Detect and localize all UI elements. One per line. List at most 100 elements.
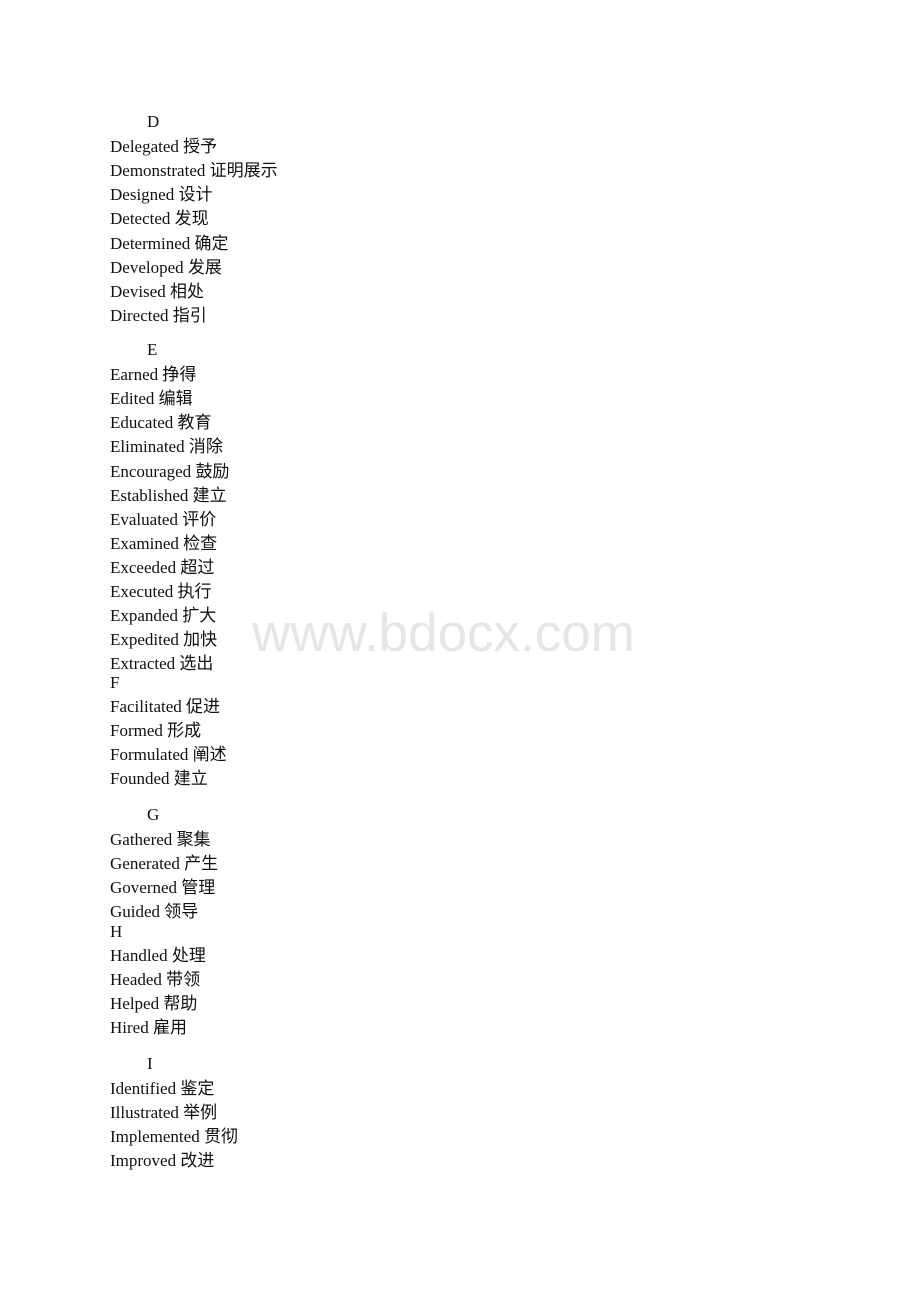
english-word: Detected xyxy=(110,209,171,229)
english-word: Implemented xyxy=(110,1127,200,1147)
english-word: Examined xyxy=(110,533,179,553)
list-item: Eliminated 消除 xyxy=(110,435,223,459)
list-item: Earned 挣得 xyxy=(110,363,196,387)
list-item: Executed 执行 xyxy=(110,580,212,604)
chinese-translation: 扩大 xyxy=(182,606,217,626)
chinese-translation: 发现 xyxy=(174,209,209,229)
list-item: Governed 管理 xyxy=(110,876,215,900)
section-letter-heading: I xyxy=(147,1054,153,1073)
chinese-translation: 确定 xyxy=(194,233,229,253)
english-word: Determined xyxy=(110,233,191,253)
chinese-translation: 贯彻 xyxy=(203,1127,238,1147)
list-item: Headed 带领 xyxy=(110,968,200,992)
chinese-translation: 形成 xyxy=(167,721,202,741)
chinese-translation: 超过 xyxy=(180,557,215,577)
list-item: Devised 相处 xyxy=(110,280,204,304)
list-item: Expanded 扩大 xyxy=(110,604,216,628)
chinese-translation: 鼓励 xyxy=(195,461,230,481)
list-item: Formulated 阐述 xyxy=(110,743,227,767)
english-word: Illustrated xyxy=(110,1103,179,1123)
list-item: Established 建立 xyxy=(110,484,227,508)
list-item: Directed 指引 xyxy=(110,304,207,328)
list-item: Edited 编辑 xyxy=(110,387,193,411)
english-word: Designed xyxy=(110,185,175,205)
list-item: Guided 领导 xyxy=(110,900,198,924)
section-letter-heading: D xyxy=(147,112,160,131)
list-item: Illustrated 举例 xyxy=(110,1101,217,1125)
chinese-translation: 挣得 xyxy=(162,365,197,385)
list-item: Founded 建立 xyxy=(110,767,208,791)
chinese-translation: 处理 xyxy=(171,946,206,966)
list-item: Improved 改进 xyxy=(110,1149,214,1173)
english-word: Helped xyxy=(110,994,160,1014)
list-item: Helped 帮助 xyxy=(110,992,197,1016)
chinese-translation: 相处 xyxy=(169,281,204,301)
chinese-translation: 设计 xyxy=(178,185,213,205)
chinese-translation: 聚集 xyxy=(176,830,211,850)
watermark: www.bdocx.com xyxy=(252,604,635,663)
english-word: Headed xyxy=(110,970,162,990)
list-item: Facilitated 促进 xyxy=(110,695,220,719)
chinese-translation: 消除 xyxy=(188,437,223,457)
list-item: Implemented 贯彻 xyxy=(110,1125,238,1149)
english-word: Improved xyxy=(110,1151,177,1171)
english-word: Handled xyxy=(110,946,168,966)
english-word: Extracted xyxy=(110,654,176,674)
list-item: Identified 鉴定 xyxy=(110,1077,214,1101)
english-word: Executed xyxy=(110,582,174,601)
list-item: Encouraged 鼓励 xyxy=(110,460,229,484)
english-word: Demonstrated xyxy=(110,161,206,181)
chinese-translation: 授予 xyxy=(183,137,218,157)
chinese-translation: 发展 xyxy=(187,257,222,277)
chinese-translation: 阐述 xyxy=(192,745,227,765)
english-word: Formulated xyxy=(110,745,189,765)
chinese-translation: 选出 xyxy=(179,654,214,674)
english-word: Earned xyxy=(110,365,159,385)
chinese-translation: 教育 xyxy=(177,413,212,433)
list-item: Exceeded 超过 xyxy=(110,556,214,580)
english-word: Educated xyxy=(110,413,174,433)
english-word: Delegated xyxy=(110,137,179,157)
chinese-translation: 领导 xyxy=(164,902,199,922)
chinese-translation: 建立 xyxy=(192,485,227,505)
english-word: Expanded xyxy=(110,606,178,626)
document-page: D Delegated 授予 Demonstrated 证明展示 Designed 设… xyxy=(0,0,920,1302)
english-word: Encouraged xyxy=(110,461,192,481)
chinese-translation: 雇用 xyxy=(152,1018,187,1038)
english-word: Facilitated xyxy=(110,697,182,717)
chinese-translation: 鉴定 xyxy=(180,1079,215,1099)
chinese-translation: 编辑 xyxy=(158,389,193,409)
english-word: Gathered xyxy=(110,830,173,850)
list-item: Examined 检查 xyxy=(110,532,217,556)
chinese-translation: 带领 xyxy=(166,970,201,990)
list-item: Delegated 授予 xyxy=(110,135,217,159)
chinese-translation: 管理 xyxy=(181,878,216,898)
list-item: Expedited 加快 xyxy=(110,628,217,652)
list-item: Formed 形成 xyxy=(110,719,201,743)
list-item: Handled 处理 xyxy=(110,944,206,968)
english-word: Edited xyxy=(110,389,155,409)
english-word: Guided xyxy=(110,902,161,922)
list-item: Designed 设计 xyxy=(110,183,212,207)
english-word: Generated xyxy=(110,854,180,874)
english-word: Devised xyxy=(110,281,166,301)
english-word: Identified xyxy=(110,1079,177,1099)
list-item: Extracted 选出 xyxy=(110,652,213,676)
chinese-translation: 证明展示 xyxy=(209,161,278,181)
section-letter-heading: G xyxy=(147,805,160,824)
english-word: Founded xyxy=(110,769,170,789)
list-item: Educated 教育 xyxy=(110,411,212,435)
section-letter-heading: F xyxy=(110,673,120,692)
english-word: Evaluated xyxy=(110,509,178,529)
english-word: Formed xyxy=(110,721,163,741)
chinese-translation: 帮助 xyxy=(163,994,198,1014)
list-item: Evaluated 评价 xyxy=(110,508,216,532)
chinese-translation: 加快 xyxy=(183,630,218,650)
english-word: Hired xyxy=(110,1018,149,1038)
chinese-translation: 检查 xyxy=(183,533,218,553)
section-letter-heading: E xyxy=(147,340,158,359)
english-word: Expedited xyxy=(110,630,179,650)
english-word: Eliminated xyxy=(110,437,185,457)
english-word: Exceeded xyxy=(110,557,177,577)
list-item: Generated 产生 xyxy=(110,852,218,876)
